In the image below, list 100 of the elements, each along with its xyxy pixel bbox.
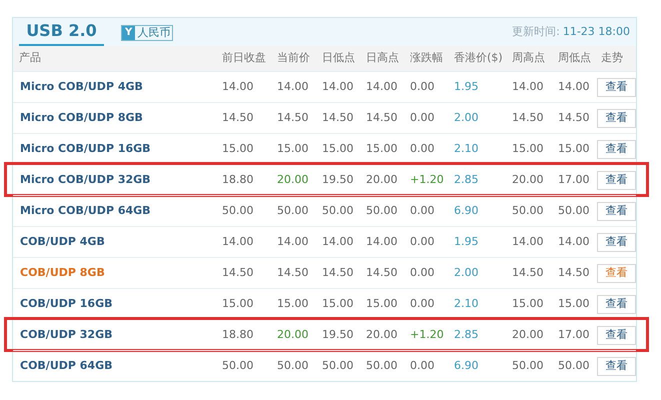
column-header: 周高点	[511, 50, 546, 66]
product-name: COB/UDP 64GB	[19, 358, 114, 374]
table-cell-text: 14.50	[221, 264, 254, 281]
table-cell-text: 14.00	[321, 78, 354, 95]
table-cell-text: 20.00	[511, 172, 544, 188]
table-cell-text: 50.00	[276, 358, 310, 374]
view-button[interactable]: 查看	[597, 232, 636, 252]
table-cell-text: 14.50	[365, 110, 398, 126]
view-button[interactable]: 查看	[597, 78, 636, 96]
table-cell-text: 0.00	[409, 202, 436, 219]
table-cell-text: 15.00	[221, 140, 254, 157]
table-cell-text: 0.00	[409, 358, 436, 374]
product-name: COB/UDP 4GB	[19, 234, 106, 250]
table-cell-text: 14.00	[365, 78, 398, 95]
view-button[interactable]: 查看	[597, 202, 636, 220]
table-cell-text: +1.20	[409, 172, 445, 188]
table-cell-text: 2.00	[453, 110, 480, 126]
view-button[interactable]: 查看	[597, 356, 636, 376]
product-name: Micro COB/UDP 16GB	[19, 140, 152, 157]
table-cell-text: 14.50	[276, 264, 310, 281]
view-button[interactable]: 查看	[597, 140, 636, 158]
table-cell-text: 14.00	[557, 234, 590, 250]
table-cell-text: 14.00	[276, 78, 310, 95]
table-cell-text: 20.00	[511, 326, 544, 343]
table-cell-text: 15.00	[557, 296, 590, 312]
table-cell-text: 14.00	[511, 234, 544, 250]
view-button[interactable]: 查看	[597, 326, 636, 344]
table-cell-text: 50.00	[511, 202, 544, 219]
table-cell-text: 14.50	[557, 110, 590, 126]
product-name: COB/UDP 32GB	[19, 326, 114, 343]
table-cell-text: 14.50	[557, 264, 590, 281]
table-cell-text: 14.00	[276, 234, 310, 250]
table-cell-text: 50.00	[221, 202, 254, 219]
table-cell-text: 18.80	[221, 172, 254, 188]
table-cell-text: 14.00	[365, 234, 398, 250]
column-header: 当前价	[276, 50, 311, 66]
table-cell-text: 14.50	[276, 110, 310, 126]
table-cell-text: 50.00	[365, 202, 398, 219]
product-name: Micro COB/UDP 32GB	[19, 172, 152, 188]
column-header: 产品	[18, 50, 42, 66]
table-cell-text: 15.00	[511, 140, 544, 157]
table-cell-text: 0.00	[409, 140, 436, 157]
product-name: Micro COB/UDP 8GB	[19, 110, 144, 126]
table-cell-text: 20.00	[276, 326, 310, 343]
table-cell-text: 14.50	[511, 110, 544, 126]
table-cell-text: 2.10	[453, 140, 480, 157]
table-cell-text: 14.00	[557, 78, 590, 95]
table-cell-text: 2.00	[453, 264, 480, 281]
table-cell-text: 15.00	[557, 140, 590, 157]
table-cell-text: 15.00	[321, 140, 354, 157]
table-cell-text: 15.00	[276, 296, 310, 312]
table-cell-text: 50.00	[321, 358, 354, 374]
table-cell-text: 20.00	[365, 326, 398, 343]
table-cell-text: 14.00	[511, 78, 544, 95]
column-header: 周低点	[557, 50, 592, 66]
view-button[interactable]: 查看	[597, 294, 636, 314]
table-cell-text: 15.00	[365, 140, 398, 157]
table-cell-text: 2.85	[453, 326, 480, 343]
table-cell-text: 0.00	[409, 296, 436, 312]
table-cell-text: 14.00	[221, 234, 254, 250]
table-cell-text: 50.00	[321, 202, 354, 219]
table-cell-text: 14.00	[321, 234, 354, 250]
table-cell-text: 15.00	[321, 296, 354, 312]
table-cell-text: 2.10	[453, 296, 480, 312]
column-header: 日高点	[365, 50, 400, 66]
table-cell-text: 20.00	[365, 172, 398, 188]
table-cell-text: 6.90	[453, 358, 480, 374]
table-cell-text: 50.00	[557, 358, 590, 374]
table-cell-text: 1.95	[453, 78, 480, 95]
currency-symbol: Y	[122, 26, 136, 40]
table-cell-text: 20.00	[276, 172, 310, 188]
table-cell-text: 50.00	[511, 358, 544, 374]
product-name: Micro COB/UDP 64GB	[19, 202, 152, 219]
table-cell-text: 0.00	[409, 110, 436, 126]
table-cell-text: 50.00	[557, 202, 590, 219]
table-cell-text: 15.00	[276, 140, 310, 157]
table-cell-text: 6.90	[453, 202, 480, 219]
table-cell-text: 14.50	[221, 110, 254, 126]
table-cell-text: 17.00	[557, 172, 590, 188]
update-label: 更新时间:	[512, 24, 560, 40]
table-cell-text: 19.50	[321, 172, 354, 188]
column-header: 走势	[600, 50, 624, 66]
table-cell-text: 14.50	[511, 264, 544, 281]
table-cell-text: 2.85	[453, 172, 480, 188]
table-cell-text: 15.00	[221, 296, 254, 312]
table-cell-text: 50.00	[221, 358, 254, 374]
table-cell-text: 14.50	[321, 110, 354, 126]
view-button[interactable]: 查看	[597, 108, 636, 128]
table-cell-text: 18.80	[221, 326, 254, 343]
column-header: 日低点	[321, 50, 356, 66]
currency-label: 人民币	[136, 26, 172, 40]
table-cell-text: 0.00	[409, 234, 436, 250]
product-name: COB/UDP 8GB	[19, 264, 106, 281]
table-cell-text: +1.20	[409, 326, 445, 343]
table-cell-text: 17.00	[557, 326, 590, 343]
column-header: 香港价($)	[453, 50, 504, 66]
view-button[interactable]: 查看	[597, 170, 636, 190]
table-cell-text: 15.00	[511, 296, 544, 312]
table-cell-text: 0.00	[409, 78, 436, 95]
table-cell-text: 50.00	[365, 358, 398, 374]
